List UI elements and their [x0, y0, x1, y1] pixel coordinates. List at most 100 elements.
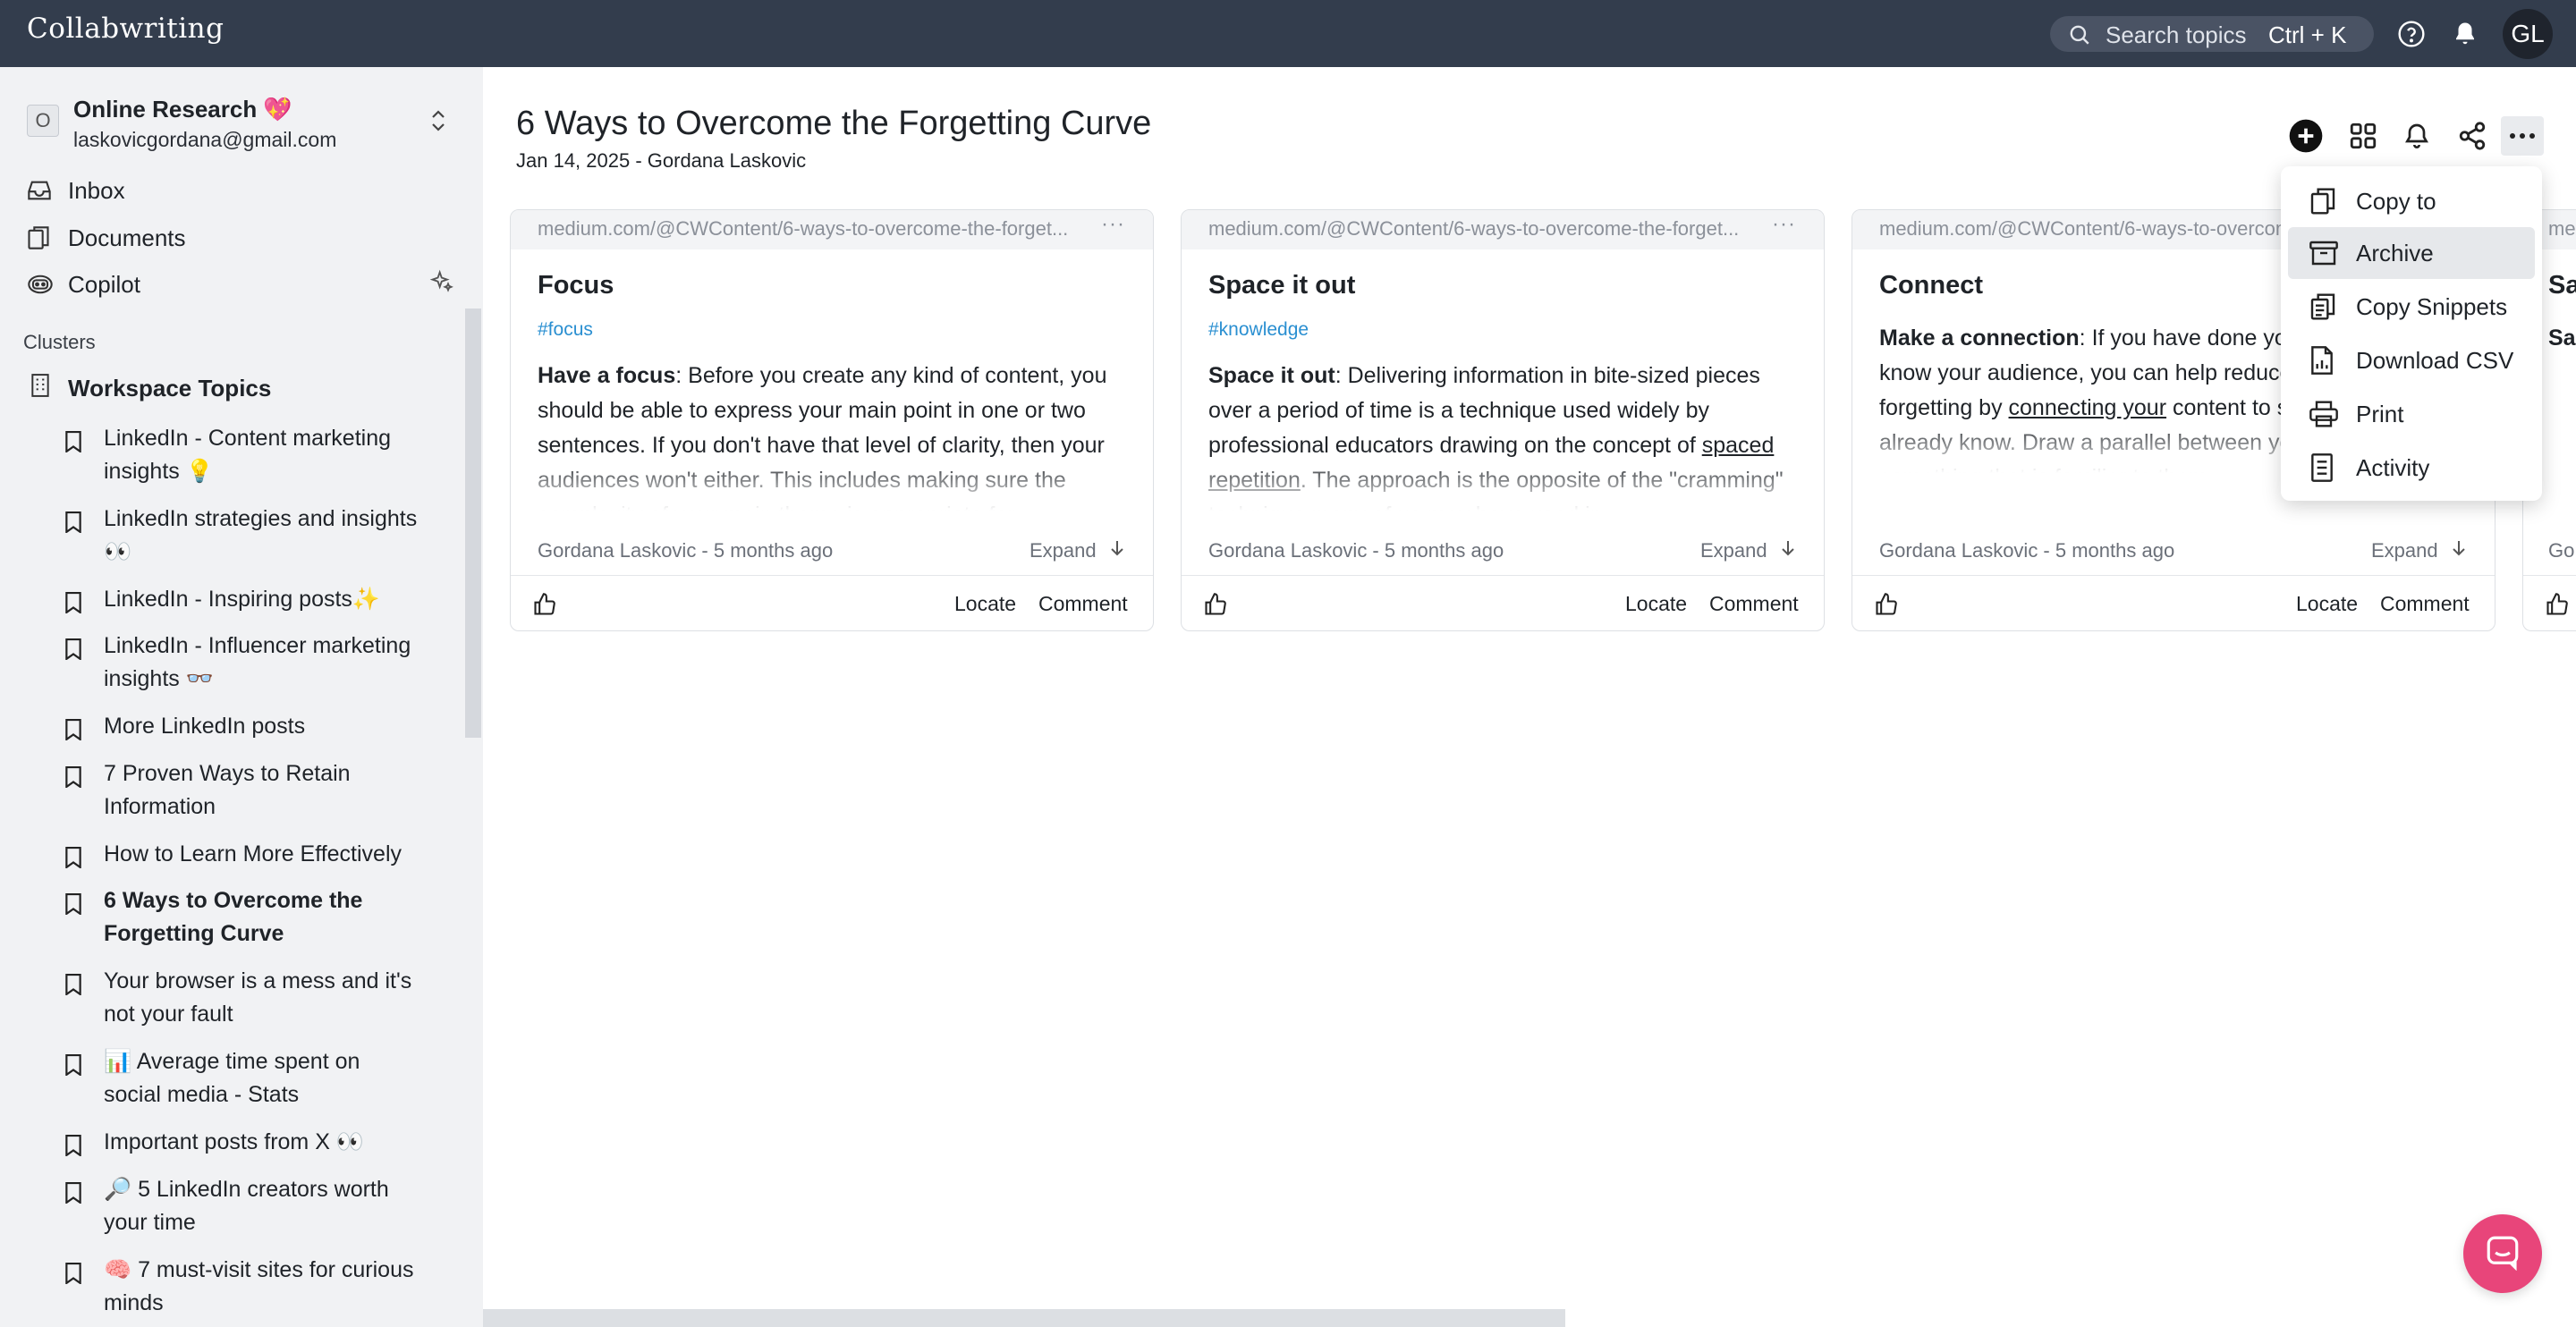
- card-body-lead: Make a connection: [1879, 325, 2080, 351]
- topic-label: LinkedIn strategies and insights 👀: [104, 506, 418, 564]
- topic-label: 📊 Average time spent on social media - S…: [104, 1049, 360, 1107]
- card-expand-button[interactable]: Expand: [2371, 539, 2467, 562]
- menu-item-label: Print: [2356, 400, 2404, 427]
- thumbs-up-icon[interactable]: [1203, 592, 1228, 621]
- bookmark-icon: [64, 765, 82, 798]
- menu-item-label: Activity: [2356, 453, 2430, 481]
- card-menu-icon[interactable]: ···: [1101, 212, 1125, 237]
- card-source-bar: medium.com/@CWContent/6-ways-to-overcome…: [1182, 210, 1824, 249]
- card-footer: Locate Comment: [1182, 575, 1824, 630]
- topic-label: LinkedIn - Influencer marketing insights…: [104, 633, 411, 691]
- topic-item[interactable]: How to Learn More Effectively: [64, 838, 422, 871]
- notifications-bell-icon[interactable]: [2447, 16, 2483, 52]
- nav-documents[interactable]: Documents: [27, 220, 186, 256]
- topic-item[interactable]: Your browser is a mess and it's not your…: [64, 965, 422, 1031]
- topic-item[interactable]: LinkedIn - Inspiring posts✨: [64, 583, 422, 616]
- card-author: Go: [2548, 539, 2575, 562]
- card-comment-button[interactable]: Comment: [2380, 592, 2470, 616]
- menu-item-download-csv[interactable]: Download CSV: [2288, 334, 2535, 386]
- share-icon[interactable]: [2453, 116, 2492, 156]
- topic-label: 🔎 5 LinkedIn creators worth your time: [104, 1177, 389, 1235]
- help-icon[interactable]: [2394, 16, 2429, 52]
- card-tag[interactable]: #focus: [538, 319, 593, 341]
- card-locate-button[interactable]: Locate: [954, 592, 1016, 616]
- topic-item[interactable]: 🧠 7 must-visit sites for curious minds: [64, 1254, 422, 1320]
- card-body-lead: Space it out: [1208, 363, 1335, 388]
- search-placeholder: Search topics: [2106, 21, 2247, 48]
- topic-item[interactable]: 📊 Average time spent on social media - S…: [64, 1045, 422, 1111]
- nav-documents-label: Documents: [68, 224, 186, 251]
- sparkle-icon[interactable]: [429, 269, 454, 299]
- card-source-url[interactable]: medium.com/@CWContent/6-ways-to-overcome…: [1208, 217, 1763, 241]
- topic-item[interactable]: LinkedIn - Content marketing insights 💡: [64, 422, 422, 488]
- topic-label: LinkedIn - Content marketing insights 💡: [104, 426, 392, 484]
- card-source-url[interactable]: medium.com/@CWContent/6-ways-to-overcome…: [538, 217, 1092, 241]
- nav-copilot[interactable]: Copilot: [27, 266, 140, 302]
- card-footer: Locate Comment: [1852, 575, 2495, 630]
- menu-item-copy-snippets[interactable]: Copy Snippets: [2288, 281, 2535, 333]
- card-expand-button[interactable]: Expand: [1030, 539, 1125, 562]
- snippet-card[interactable]: medium.com/@CWContent/6-ways-to-overcome…: [510, 209, 1154, 631]
- card-expand-button[interactable]: Expand: [1700, 539, 1796, 562]
- card-comment-button[interactable]: Comment: [1709, 592, 1799, 616]
- chat-support-button[interactable]: [2463, 1214, 2542, 1293]
- thumbs-up-icon[interactable]: [532, 592, 557, 621]
- menu-item-copy-to[interactable]: Copy to: [2288, 175, 2535, 227]
- card-title: Sa: [2548, 271, 2576, 300]
- card-tag[interactable]: #knowledge: [1208, 319, 1309, 341]
- topic-item-active[interactable]: 6 Ways to Overcome the Forgetting Curve: [64, 884, 422, 951]
- menu-item-label: Copy Snippets: [2356, 292, 2508, 320]
- nav-inbox[interactable]: Inbox: [27, 173, 125, 208]
- snippet-card[interactable]: medium.com/@CWContent/6-ways-to-overcome…: [1181, 209, 1825, 631]
- card-locate-button[interactable]: Locate: [2296, 592, 2358, 616]
- workspace-switch-icon[interactable]: [428, 108, 449, 138]
- topic-item[interactable]: More LinkedIn posts: [64, 710, 422, 743]
- add-circle-icon[interactable]: [2286, 116, 2326, 156]
- bookmark-icon: [64, 429, 82, 462]
- workspace-name[interactable]: Online Research 💖: [73, 96, 292, 123]
- sidebar-scrollbar[interactable]: [465, 309, 481, 738]
- card-locate-button[interactable]: Locate: [1625, 592, 1687, 616]
- card-author: Gordana Laskovic - 5 months ago: [538, 539, 834, 562]
- card-expand-label: Expand: [1030, 539, 1097, 562]
- arrow-down-icon: [1109, 539, 1125, 562]
- topic-item[interactable]: 🔎 5 LinkedIn creators worth your time: [64, 1173, 422, 1239]
- search-box[interactable]: Search topics Ctrl + K: [2050, 16, 2374, 52]
- printer-icon: [2309, 401, 2345, 427]
- menu-item-print[interactable]: Print: [2288, 388, 2535, 440]
- copy-icon: [2309, 187, 2345, 216]
- topic-notifications-bell-icon[interactable]: [2397, 116, 2436, 156]
- user-avatar[interactable]: GL: [2503, 9, 2553, 59]
- menu-item-label: Download CSV: [2356, 346, 2514, 374]
- card-body-text-after: . The approach is the opposite of the "c…: [1208, 468, 1784, 511]
- card-body-lead: Sa: [2548, 325, 2576, 351]
- menu-item-archive[interactable]: Archive: [2288, 227, 2535, 279]
- thumbs-up-icon[interactable]: [1874, 592, 1899, 621]
- sidebar: O Online Research 💖 laskovicgordana@gmai…: [0, 67, 483, 1327]
- card-source-url[interactable]: medium.com/@CWContent/6-ways: [2548, 217, 2576, 241]
- bookmark-icon: [64, 1261, 82, 1294]
- app-logo[interactable]: Collabwriting: [27, 13, 225, 45]
- topic-item[interactable]: Important posts from X 👀: [64, 1126, 422, 1159]
- thumbs-up-icon[interactable]: [2545, 592, 2570, 621]
- card-menu-icon[interactable]: ···: [1772, 212, 1796, 237]
- horizontal-scrollbar[interactable]: [483, 1309, 1565, 1327]
- archive-icon: [2309, 240, 2345, 266]
- card-footer: [2523, 575, 2576, 630]
- card-comment-button[interactable]: Comment: [1038, 592, 1128, 616]
- card-body-link[interactable]: connecting your: [2009, 395, 2167, 420]
- card-footer: Locate Comment: [511, 575, 1153, 630]
- topic-item[interactable]: LinkedIn - Influencer marketing insights…: [64, 630, 422, 696]
- top-bar: Collabwriting Search topics Ctrl + K GL: [0, 0, 2576, 67]
- topic-item[interactable]: LinkedIn strategies and insights 👀: [64, 503, 422, 569]
- chat-icon: [2484, 1233, 2521, 1275]
- grid-view-icon[interactable]: [2343, 116, 2383, 156]
- topic-item[interactable]: 7 Proven Ways to Retain Information: [64, 757, 422, 824]
- more-options-icon[interactable]: [2501, 116, 2544, 156]
- bookmark-icon: [64, 972, 82, 1005]
- cluster-workspace-topics[interactable]: Workspace Topics: [30, 374, 271, 403]
- menu-item-activity[interactable]: Activity: [2288, 442, 2535, 494]
- topic-label: 🧠 7 must-visit sites for curious minds: [104, 1257, 414, 1315]
- bookmark-icon: [64, 1180, 82, 1213]
- menu-item-label: Archive: [2356, 239, 2434, 266]
